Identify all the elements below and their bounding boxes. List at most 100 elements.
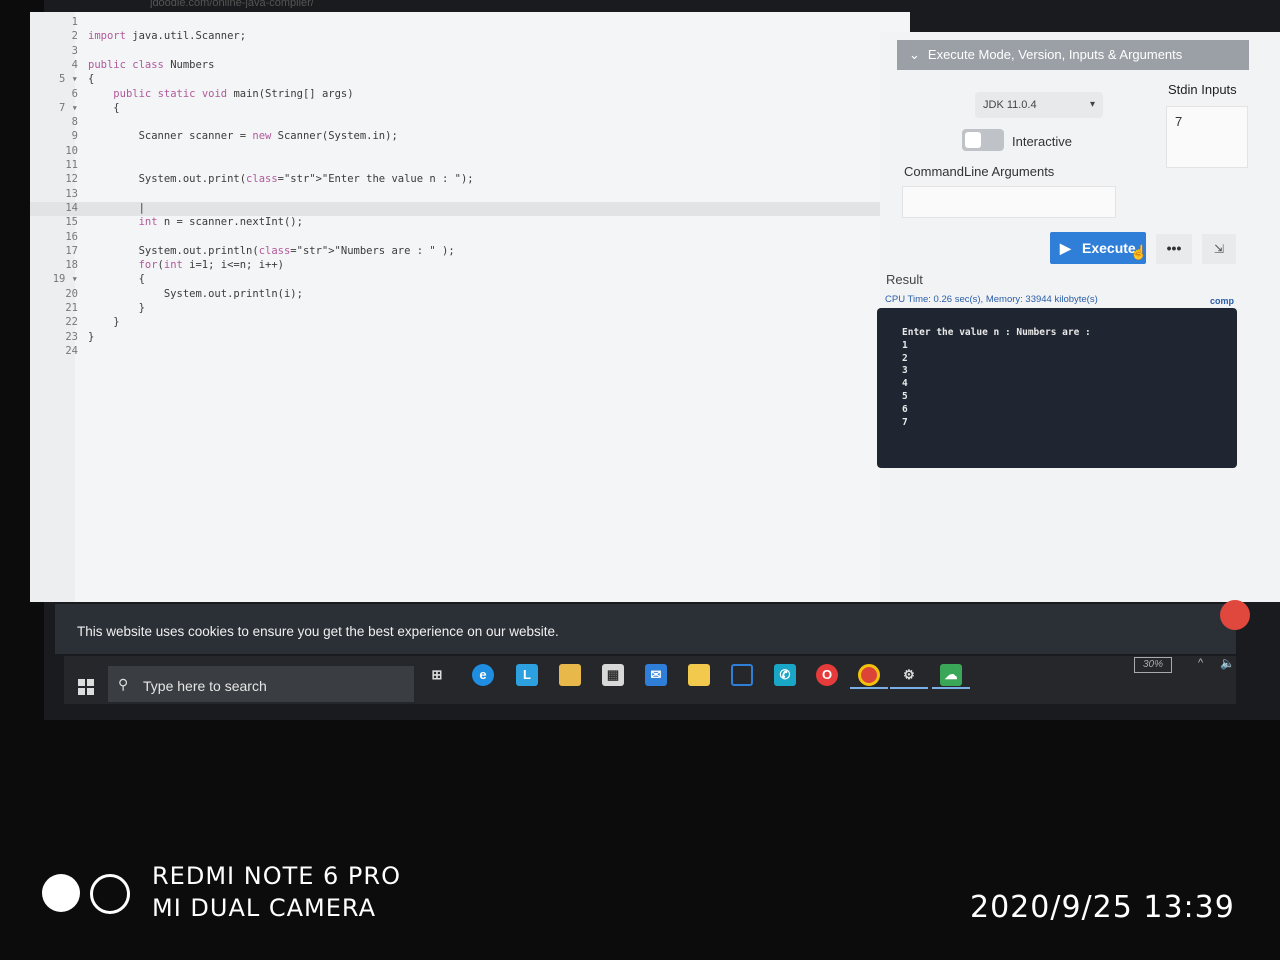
code-text: } (88, 302, 145, 314)
window-app-icon[interactable] (731, 664, 753, 686)
toggle-knob (965, 132, 981, 148)
output-line: 7 (902, 416, 908, 428)
chevron-down-icon: ⌄ (909, 47, 920, 62)
line-number: 5 ▾ (59, 73, 78, 86)
chevron-down-icon: ▾ (1089, 99, 1095, 110)
watermark-device: REDMI NOTE 6 PRO (152, 862, 401, 890)
more-options-button[interactable]: ••• (1156, 234, 1192, 264)
code-text: System.out.println(i); (88, 287, 303, 300)
code-text: | (88, 201, 145, 214)
windows-icon[interactable] (78, 679, 94, 695)
line-number: 6 (71, 87, 78, 100)
line-number: 3 (71, 44, 78, 57)
taskbar-search-placeholder: Type here to search (143, 678, 267, 694)
play-icon: ▶ (1060, 240, 1071, 256)
code-text: import java.util.Scanner; (88, 30, 247, 43)
interactive-toggle[interactable] (962, 129, 1004, 151)
line-number: 18 (65, 259, 78, 272)
cloud-active-indicator (932, 687, 970, 689)
line-number: 9 (71, 130, 78, 143)
line-number: 12 (65, 173, 78, 186)
line-number: 17 (65, 244, 78, 257)
commandline-arguments-label: CommandLine Arguments (904, 164, 1055, 179)
mail-icon[interactable]: ✉ (645, 664, 667, 686)
chrome-active-indicator (850, 687, 888, 689)
line-number: 11 (65, 159, 78, 171)
watermark-datetime: 2020/9/25 13:39 (970, 890, 1235, 925)
watermark-circle-filled (42, 874, 80, 912)
output-line: 6 (902, 403, 908, 415)
line-number: 7 ▾ (59, 101, 78, 114)
output-line: 5 (902, 391, 908, 402)
mouse-cursor-icon: ☝ (1130, 244, 1148, 260)
code-text: System.out.print(class="str">"Enter the … (88, 173, 474, 186)
chrome-icon[interactable] (858, 664, 880, 686)
code-text: System.out.println(class="str">"Numbers … (88, 244, 455, 257)
code-text: { (88, 273, 145, 286)
line-number: 4 (71, 58, 78, 71)
code-text: public class Numbers (88, 58, 215, 71)
commandline-arguments-input[interactable] (902, 186, 1116, 218)
file-explorer-icon[interactable] (559, 664, 581, 686)
cloud-icon[interactable]: ☁ (940, 664, 962, 686)
code-text: Scanner scanner = new Scanner(System.in)… (88, 130, 398, 143)
shrink-button[interactable]: ⇲ (1202, 234, 1236, 264)
line-number: 8 (71, 116, 78, 129)
result-label: Result (886, 272, 923, 287)
line-number: 20 (65, 287, 78, 300)
battery-indicator[interactable]: 30% (1134, 657, 1172, 673)
code-text: for(int i=1; i<=n; i++) (138, 259, 284, 272)
code-text: int n = scanner.nextInt(); (138, 216, 303, 229)
shrink-icon: ⇲ (1213, 242, 1225, 256)
output-line: 3 (902, 365, 908, 377)
cpu-memory-stats: CPU Time: 0.26 sec(s), Memory: 33944 kil… (885, 294, 1098, 305)
code-text: } (88, 316, 120, 329)
interactive-label: Interactive (1012, 134, 1072, 149)
opera-icon[interactable]: O (816, 664, 838, 686)
settings-icon[interactable]: ⚙ (898, 664, 920, 686)
code-text: { (88, 73, 95, 86)
ellipsis-icon: ••• (1166, 240, 1182, 256)
volume-icon[interactable]: 🔈 (1220, 656, 1235, 670)
browser-url-bar[interactable]: jdoodle.com/online-java-compiler/ (150, 0, 580, 8)
watermark-circle-outline (90, 874, 130, 914)
line-number: 10 (65, 144, 78, 157)
execute-label: Execute (1082, 240, 1136, 256)
line-number: 22 (65, 316, 78, 329)
l-app-icon[interactable]: L (516, 664, 538, 686)
code-text: { (88, 101, 120, 114)
sticky-notes-icon[interactable] (688, 664, 710, 686)
line-number: 2 (71, 30, 78, 43)
execute-mode-title: Execute Mode, Version, Inputs & Argument… (927, 47, 1183, 62)
whatsapp-icon[interactable]: ✆ (774, 664, 796, 686)
code-text: } (88, 330, 95, 343)
line-number: 19 ▾ (52, 273, 78, 286)
cookie-message: This website uses cookies to ensure you … (77, 624, 559, 639)
stdin-inputs-value: 7 (1175, 114, 1183, 129)
cookie-accept-button[interactable] (1220, 600, 1250, 630)
edge-icon[interactable]: e (472, 664, 494, 686)
line-number: 1 (71, 16, 78, 28)
chevron-up-icon[interactable]: ^ (1198, 657, 1203, 669)
jdk-version-select[interactable]: JDK 11.0.4 ▾ (975, 92, 1103, 118)
url-text: jdoodle.com/online-java-compiler/ (150, 0, 314, 8)
line-number: 16 (65, 230, 78, 243)
watermark-camera: MI DUAL CAMERA (152, 894, 377, 922)
line-number: 23 (65, 330, 78, 343)
settings-active-indicator (890, 687, 928, 689)
execute-mode-header[interactable]: ⌄ Execute Mode, Version, Inputs & Argumen… (897, 40, 1249, 70)
code-text: public static void main(String[] args) (113, 87, 354, 100)
output-line: 2 (902, 352, 908, 364)
line-number: 21 (65, 302, 78, 314)
code-line[interactable]: 1 (30, 16, 1250, 30)
output-line: Enter the value n : Numbers are : (902, 327, 1091, 338)
store-icon[interactable]: ▦ (602, 664, 624, 686)
line-number: 24 (65, 344, 78, 357)
stdin-inputs-label: Stdin Inputs (1168, 82, 1237, 97)
search-icon: ⚲ (118, 676, 129, 692)
line-number: 13 (65, 187, 78, 200)
compile-link[interactable]: comp (1210, 296, 1234, 306)
output-line: 1 (902, 339, 908, 351)
task-view-icon[interactable]: ⊞ (426, 664, 448, 686)
jdk-version-value: JDK 11.0.4 (983, 99, 1037, 111)
